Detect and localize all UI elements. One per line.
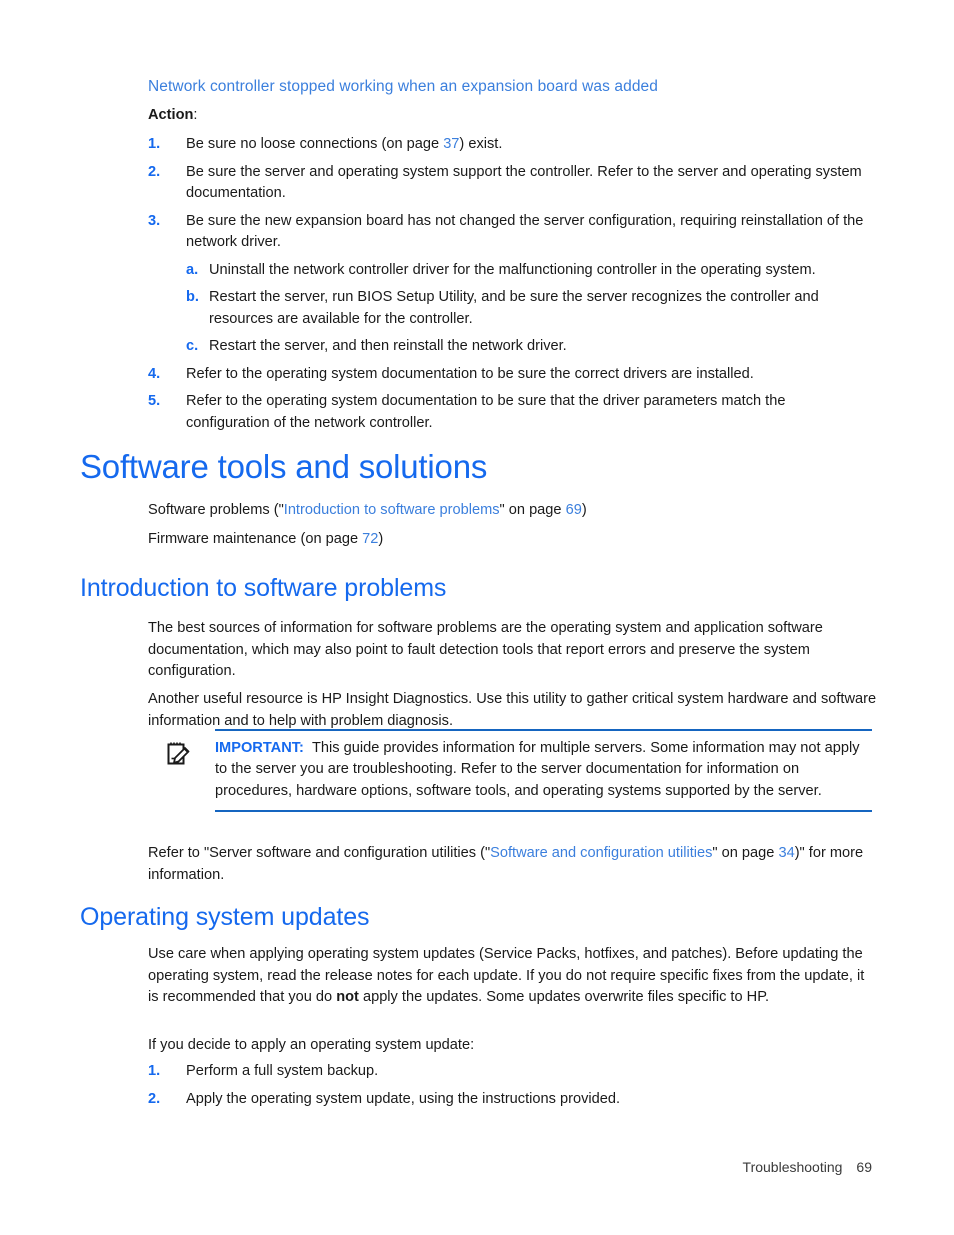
footer-page-number: 69 (856, 1159, 872, 1175)
text-fragment: ) (378, 531, 384, 547)
list-content: Refer to the operating system documentat… (186, 393, 786, 431)
action-label-row: Action: (148, 105, 197, 127)
software-tools-line-2: Firmware maintenance (on page 72) (148, 529, 383, 551)
list-content: Refer to the operating system documentat… (186, 365, 754, 382)
list-content: Restart the server, run BIOS Setup Utili… (209, 289, 819, 327)
note-pencil-icon (165, 742, 193, 772)
list-marker: 3. (148, 212, 161, 229)
list-marker: b. (186, 289, 199, 305)
os-updates-step-list: 1. Perform a full system backup. 2. Appl… (148, 1061, 866, 1116)
list-marker: 1. (148, 1063, 161, 1079)
text-fragment: " on page (499, 502, 566, 518)
list-marker: 2. (148, 163, 161, 180)
text-fragment: Firmware maintenance (on page (148, 531, 363, 547)
list-marker: a. (186, 261, 199, 278)
action-step-list: 1. Be sure no loose connections (on page… (148, 134, 866, 440)
step-text-after: ) exist. (459, 136, 503, 152)
page-link[interactable]: 72 (362, 531, 378, 547)
closing-paragraph: Refer to "Server software and configurat… (148, 843, 878, 886)
note-text: This guide provides information for mult… (215, 739, 860, 799)
step-text-before: Be sure no loose connections (on page (186, 136, 444, 152)
list-item: c. Restart the server, and then reinstal… (186, 336, 866, 358)
text-fragment: " on page (712, 845, 779, 861)
note-bottom-rule (215, 810, 872, 812)
list-content: Be sure the new expansion board has not … (186, 212, 864, 251)
list-content: Perform a full system backup. (186, 1063, 379, 1079)
list-content: Restart the server, and then reinstall t… (209, 338, 567, 354)
document-page: Network controller stopped working when … (0, 0, 954, 1235)
list-marker: 4. (148, 365, 161, 382)
page-link[interactable]: 37 (443, 136, 459, 152)
list-marker: 5. (148, 393, 161, 409)
list-item-group: 3. Be sure the new expansion board has n… (148, 211, 866, 358)
list-marker: 1. (148, 136, 161, 152)
note-inner: IMPORTANT: This guide provides informati… (165, 731, 872, 811)
list-marker: 2. (148, 1090, 161, 1107)
text-fragment: apply the updates. Some updates overwrit… (358, 989, 770, 1005)
emphasis-not: not (336, 989, 359, 1005)
list-item: 1. Be sure no loose connections (on page… (148, 134, 866, 156)
heading-introduction-software-problems: Introduction to software problems (80, 574, 447, 602)
cross-reference-link[interactable]: Software and configuration utilities (490, 845, 712, 861)
cross-reference-link[interactable]: Introduction to software problems (284, 502, 500, 518)
intro-paragraph-2: Another useful resource is HP Insight Di… (148, 691, 877, 729)
note-body: IMPORTANT: This guide provides informati… (215, 738, 865, 803)
note-icon-cell (165, 738, 215, 773)
list-item: 5. Refer to the operating system documen… (148, 391, 866, 434)
list-item: 2. Be sure the server and operating syst… (148, 162, 866, 205)
list-item: b. Restart the server, run BIOS Setup Ut… (186, 287, 866, 330)
list-content: Be sure the server and operating system … (186, 163, 862, 202)
sub-step-list: a. Uninstall the network controller driv… (186, 260, 866, 358)
list-item: 1. Perform a full system backup. (148, 1061, 866, 1083)
footer-chapter: Troubleshooting (742, 1159, 843, 1175)
important-label: IMPORTANT: (215, 739, 304, 756)
list-content: Be sure no loose connections (on page 37… (186, 134, 502, 156)
list-item: 3. Be sure the new expansion board has n… (148, 211, 866, 254)
heading-operating-system-updates: Operating system updates (80, 903, 370, 931)
software-tools-line-1: Software problems ("Introduction to soft… (148, 500, 587, 522)
action-colon: : (193, 107, 198, 123)
text-fragment: Software problems (" (148, 502, 284, 518)
list-content: Uninstall the network controller driver … (209, 261, 816, 278)
important-note-box: IMPORTANT: This guide provides informati… (165, 729, 872, 812)
list-content: Apply the operating system update, using… (186, 1090, 621, 1107)
page-link[interactable]: 69 (566, 502, 582, 518)
page-title-software-tools: Software tools and solutions (80, 448, 488, 485)
os-updates-paragraph-2: If you decide to apply an operating syst… (148, 1037, 475, 1053)
text-fragment: ) (581, 502, 587, 518)
page-footer: Troubleshooting 69 (0, 1159, 954, 1175)
intro-paragraph-1: The best sources of information for soft… (148, 620, 823, 679)
list-marker: c. (186, 338, 199, 354)
list-item: 2. Apply the operating system update, us… (148, 1089, 866, 1111)
os-updates-paragraph-1: Use care when applying operating system … (148, 944, 866, 1009)
section-heading: Network controller stopped working when … (148, 78, 658, 95)
list-item: 4. Refer to the operating system documen… (148, 364, 866, 386)
page-link[interactable]: 34 (778, 845, 794, 861)
list-item: a. Uninstall the network controller driv… (186, 260, 866, 282)
action-label: Action (148, 107, 194, 123)
text-fragment: Refer to "Server software and configurat… (148, 845, 491, 861)
